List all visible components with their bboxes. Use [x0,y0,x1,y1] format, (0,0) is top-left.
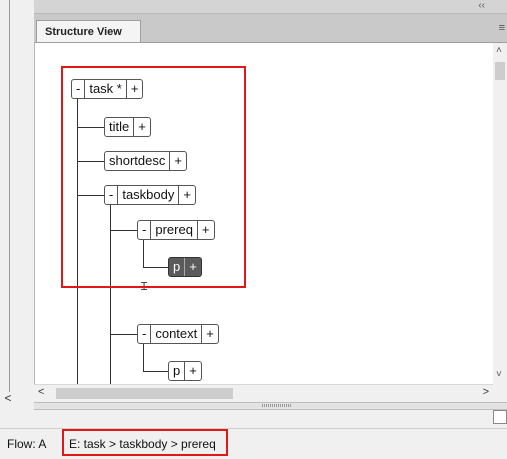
panel-menu-icon[interactable]: ≡ [499,23,505,34]
node-label[interactable]: context [150,325,201,343]
tree-node-p[interactable]: p + [168,361,202,381]
horizontal-scrollbar[interactable]: < > [34,384,493,402]
scroll-down-icon[interactable]: ˅ [496,369,502,380]
expand-toggle[interactable]: + [184,362,201,380]
left-gutter [0,0,16,405]
annotation-highlight-box [61,66,246,288]
expand-toggle[interactable]: + [201,325,218,343]
vertical-scrollbar[interactable]: ˄ ˅ [493,43,507,384]
node-label[interactable]: p [169,362,184,380]
structure-tree-canvas[interactable]: - task * + title + shortdesc + - taskbod… [34,43,494,384]
lower-band [0,410,507,428]
tree-connector [143,344,144,372]
scroll-right-icon[interactable]: > [483,386,489,398]
flow-indicator: Flow: A [7,437,47,451]
vertical-scroll-thumb[interactable] [495,62,505,80]
annotation-highlight-box [62,429,228,456]
scroll-left-icon[interactable]: < [38,386,44,398]
tree-node-context[interactable]: - context + [137,324,219,344]
left-divider [9,0,10,392]
scroll-up-icon[interactable]: ˄ [496,45,502,56]
collapse-toggle[interactable]: - [138,325,150,343]
tree-connector [143,371,168,372]
left-scroll-arrow[interactable]: < [0,390,16,406]
panel-splitter[interactable] [34,402,507,410]
horizontal-scroll-thumb[interactable] [56,388,233,399]
splitter-grip-icon[interactable] [262,404,292,407]
tab-structure-view[interactable]: Structure View [36,20,141,42]
status-bar: Flow: A E: task > taskbody > prereq [0,428,507,459]
panel-tab-strip: Structure View ≡ [34,14,507,43]
panel-title-bar[interactable]: ‹‹ [34,0,507,14]
corner-box [493,410,507,424]
collapse-panel-icon[interactable]: ‹‹ [478,0,485,12]
tree-connector [110,334,138,335]
